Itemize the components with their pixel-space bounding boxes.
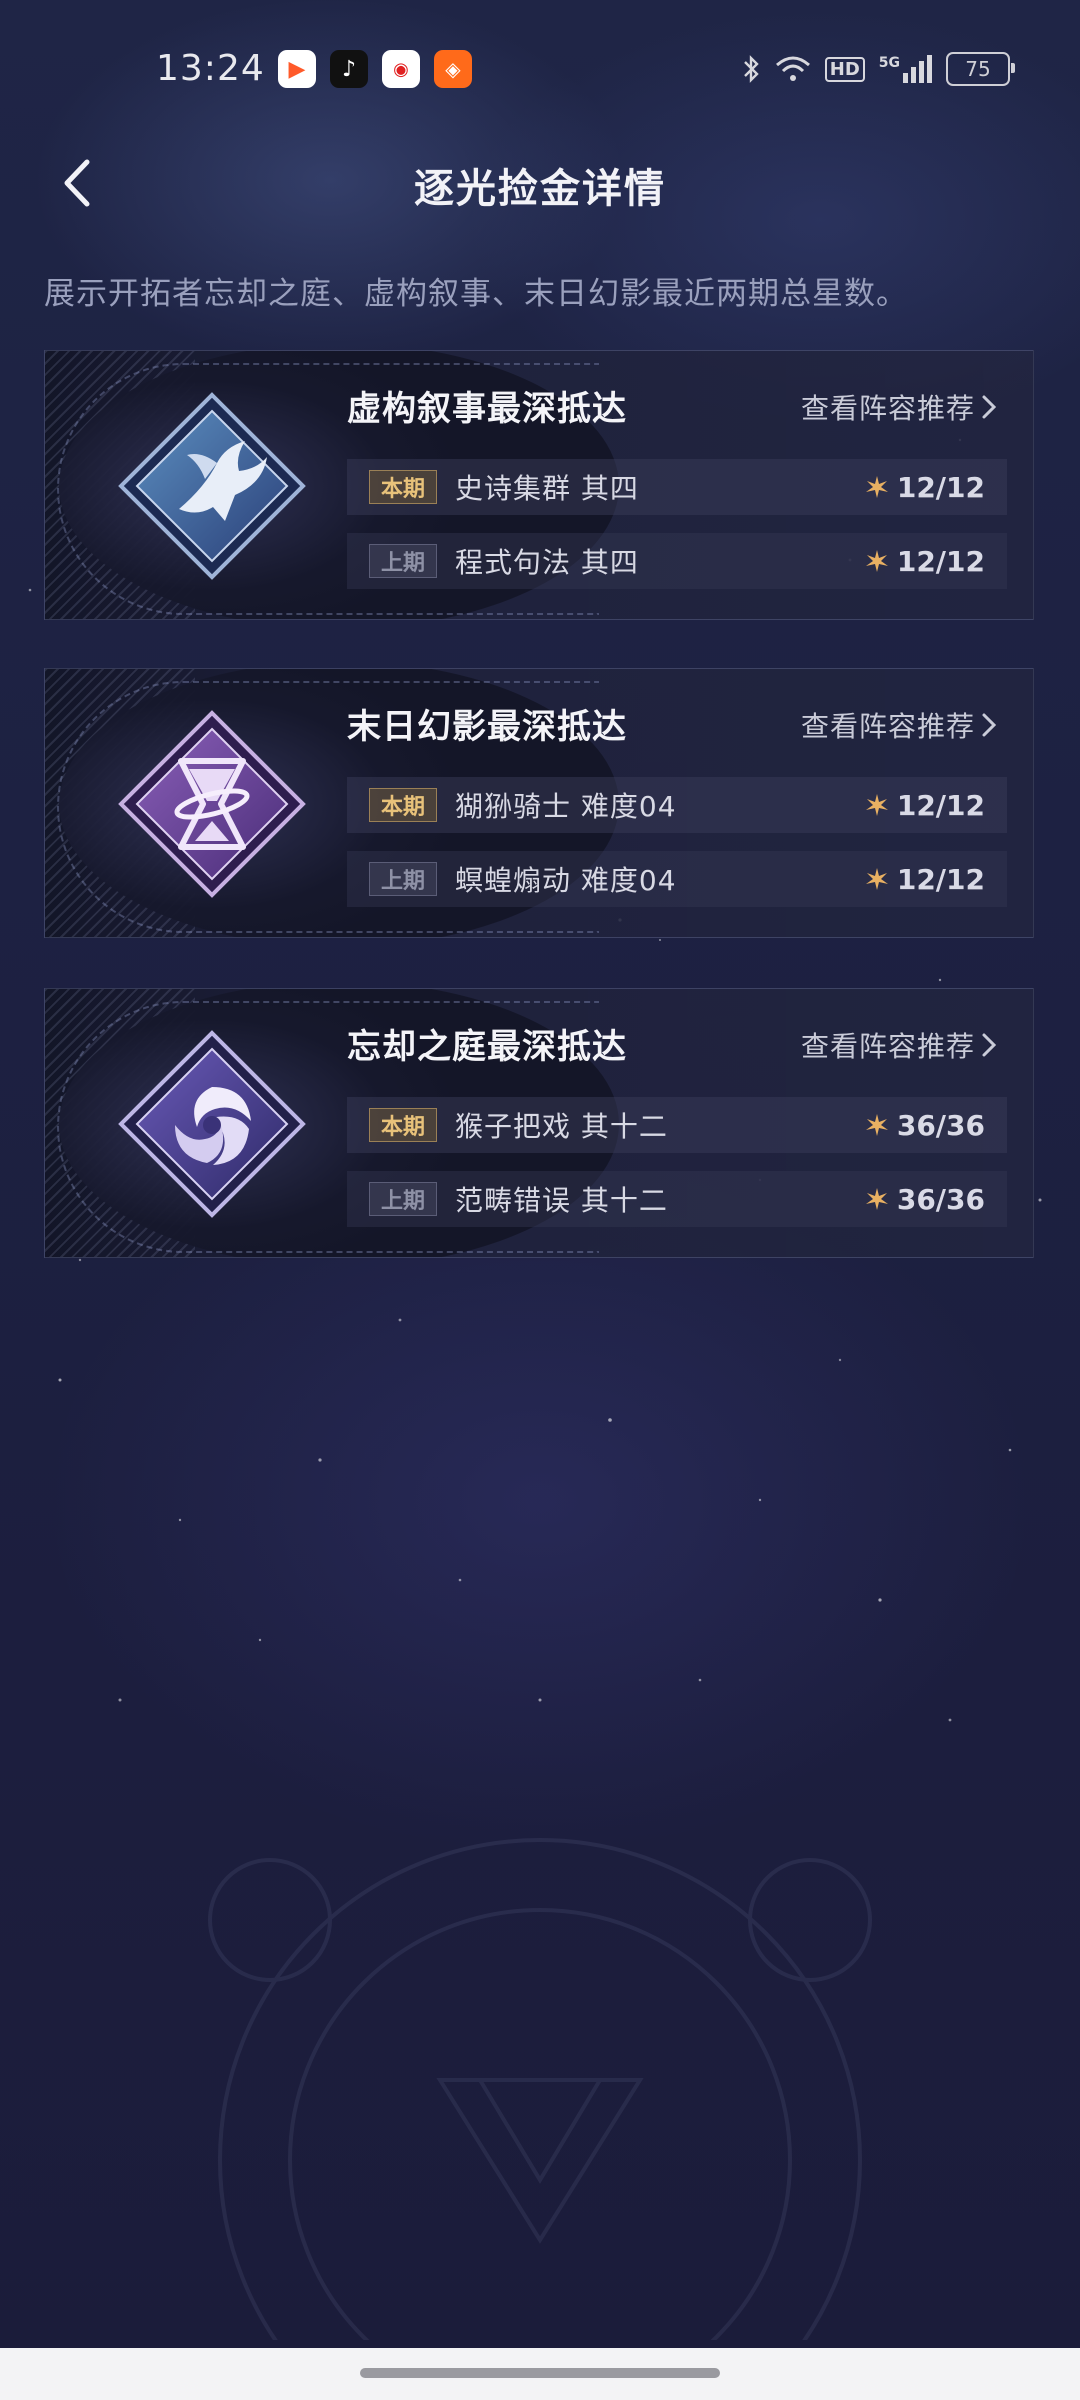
stage-name: 猢狲骑士 难度04 <box>455 790 677 823</box>
stage-name: 猴子把戏 其十二 <box>455 1110 668 1143</box>
chevron-right-icon <box>982 1033 997 1057</box>
status-time: 13:24 <box>156 48 265 89</box>
video-app-icon: ▶ <box>278 50 316 88</box>
current-period-badge: 本期 <box>369 1108 437 1142</box>
swirl-emblem-icon <box>118 1030 306 1218</box>
chevron-right-icon <box>982 713 997 737</box>
star-count-value: 12/12 <box>896 862 985 896</box>
stage-name: 螟蝗煽动 难度04 <box>455 864 677 897</box>
signal-icon: 5G <box>879 55 932 83</box>
bird-emblem-icon <box>118 392 306 580</box>
star-icon <box>865 868 888 890</box>
star-count: 36/36 <box>865 1183 985 1216</box>
star-count: 12/12 <box>865 863 985 896</box>
current-period-row: 本期 猢狲骑士 难度04 12/12 <box>347 777 1007 833</box>
view-lineup-link[interactable]: 查看阵容推荐 <box>801 705 997 745</box>
card-title: 虚构叙事最深抵达 <box>347 389 627 429</box>
current-period-badge: 本期 <box>369 788 437 822</box>
star-icon <box>865 794 888 816</box>
map-app-icon: ◉ <box>382 50 420 88</box>
current-period-row: 本期 猴子把戏 其十二 36/36 <box>347 1097 1007 1153</box>
stage-name: 史诗集群 其四 <box>455 472 639 505</box>
apocalyptic-shadow-card: 末日幻影最深抵达 查看阵容推荐 本期 猢狲骑士 难度04 12/12 上期 螟蝗… <box>44 668 1034 938</box>
card-title: 末日幻影最深抵达 <box>347 707 627 747</box>
pure-fiction-card: 虚构叙事最深抵达 查看阵容推荐 本期 史诗集群 其四 12/12 上期 程式句法… <box>44 350 1034 620</box>
battery-level: 75 <box>965 57 991 81</box>
star-count: 36/36 <box>865 1109 985 1142</box>
star-count-value: 12/12 <box>896 788 985 822</box>
forgotten-hall-card: 忘却之庭最深抵达 查看阵容推荐 本期 猴子把戏 其十二 36/36 上期 范畴错… <box>44 988 1034 1258</box>
store-app-icon: ◈ <box>434 50 472 88</box>
view-lineup-label: 查看阵容推荐 <box>800 392 975 425</box>
page-description: 展示开拓者忘却之庭、虚构叙事、末日幻影最近两期总星数。 <box>44 276 908 312</box>
home-indicator[interactable] <box>360 2368 720 2378</box>
star-count-value: 36/36 <box>896 1108 985 1142</box>
previous-period-badge: 上期 <box>369 544 437 578</box>
star-count: 12/12 <box>865 789 985 822</box>
battery-icon: 75 <box>946 52 1015 86</box>
tiktok-icon: ♪ <box>330 50 368 88</box>
chevron-right-icon <box>982 395 997 419</box>
star-icon <box>865 550 888 572</box>
stage-name: 范畴错误 其十二 <box>455 1184 668 1217</box>
star-icon <box>865 476 888 498</box>
status-bar: 13:24 ▶ ♪ ◉ ◈ HD 5G 75 <box>0 0 1080 120</box>
star-count-value: 12/12 <box>896 544 985 578</box>
view-lineup-label: 查看阵容推荐 <box>800 710 975 743</box>
star-icon <box>865 1114 888 1136</box>
current-period-badge: 本期 <box>369 470 437 504</box>
current-period-row: 本期 史诗集群 其四 12/12 <box>347 459 1007 515</box>
wifi-icon <box>775 56 810 81</box>
star-count-value: 36/36 <box>896 1182 985 1216</box>
star-count: 12/12 <box>865 471 985 504</box>
previous-period-badge: 上期 <box>369 1182 437 1216</box>
card-title: 忘却之庭最深抵达 <box>347 1027 627 1067</box>
view-lineup-link[interactable]: 查看阵容推荐 <box>801 1025 997 1065</box>
page-title: 逐光捡金详情 <box>414 166 666 212</box>
hourglass-emblem-icon <box>118 710 306 898</box>
hd-icon: HD <box>824 56 865 82</box>
view-lineup-label: 查看阵容推荐 <box>800 1030 975 1063</box>
previous-period-row: 上期 程式句法 其四 12/12 <box>347 533 1007 589</box>
network-type-label: 5G <box>878 55 900 71</box>
system-icons: HD 5G 75 <box>741 52 1015 86</box>
star-count-value: 12/12 <box>896 470 985 504</box>
view-lineup-link[interactable]: 查看阵容推荐 <box>801 387 997 427</box>
bluetooth-icon <box>743 55 759 83</box>
background-emblem-icon <box>208 1838 872 2340</box>
previous-period-badge: 上期 <box>369 862 437 896</box>
star-count: 12/12 <box>865 545 985 578</box>
stage-name: 程式句法 其四 <box>455 546 639 579</box>
star-icon <box>865 1188 888 1210</box>
previous-period-row: 上期 螟蝗煽动 难度04 12/12 <box>347 851 1007 907</box>
previous-period-row: 上期 范畴错误 其十二 36/36 <box>347 1171 1007 1227</box>
